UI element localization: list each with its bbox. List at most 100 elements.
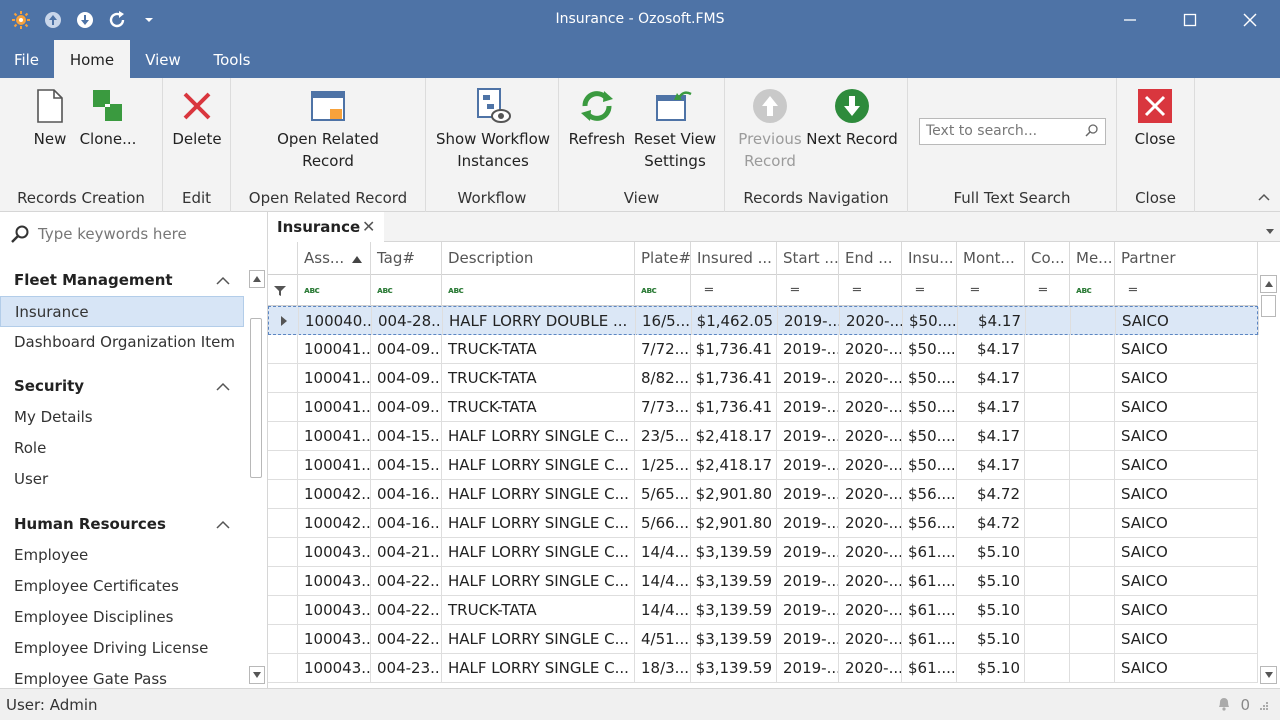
table-cell[interactable]: $4.17 — [957, 422, 1025, 450]
table-cell[interactable] — [1025, 596, 1070, 624]
table-cell[interactable]: SAICO — [1115, 596, 1258, 624]
close-tab-icon[interactable]: ✕ — [362, 212, 375, 242]
table-cell[interactable] — [1025, 567, 1070, 595]
table-cell[interactable]: 004-09... — [371, 335, 442, 363]
table-row[interactable]: 100043... 004-22... TRUCK-TATA 14/4... $3,1… — [268, 596, 1258, 625]
table-cell[interactable]: 2019-... — [777, 422, 839, 450]
table-row[interactable]: 100043... 004-21... HALF LORRY SINGLE C...… — [268, 538, 1258, 567]
table-cell[interactable]: TRUCK-TATA — [442, 596, 635, 624]
column-header[interactable]: Ass... — [298, 242, 371, 275]
table-row[interactable]: 100040... 004-28... HALF LORRY DOUBLE ... 1… — [268, 306, 1259, 335]
previous-record-button[interactable]: Previous Record — [731, 84, 809, 172]
table-cell[interactable]: SAICO — [1116, 307, 1259, 335]
table-cell[interactable]: $61.... — [902, 538, 957, 566]
chevron-up-icon[interactable] — [216, 518, 230, 533]
table-row[interactable]: 100041... 004-15... HALF LORRY SINGLE C...… — [268, 422, 1258, 451]
table-cell[interactable]: 004-16... — [371, 480, 442, 508]
row-indicator[interactable] — [268, 625, 298, 653]
filter-cell[interactable]: ᴀʙᴄ — [442, 275, 635, 306]
table-cell[interactable]: 100041... — [298, 335, 371, 363]
table-row[interactable]: 100042... 004-16... HALF LORRY SINGLE C...… — [268, 509, 1258, 538]
row-indicator[interactable] — [268, 509, 298, 537]
filter-cell[interactable]: ᴀʙᴄ — [371, 275, 442, 306]
collapse-ribbon-chevron-icon[interactable] — [1258, 190, 1270, 205]
table-cell[interactable]: $56.... — [902, 480, 957, 508]
table-cell[interactable]: TRUCK-TATA — [442, 335, 635, 363]
nav-item-employee[interactable]: Employee — [0, 540, 244, 571]
table-cell[interactable] — [1025, 625, 1070, 653]
table-cell[interactable]: 100043... — [298, 654, 371, 682]
table-cell[interactable]: $2,418.17 — [691, 451, 777, 479]
table-cell[interactable]: 7/73... — [635, 393, 691, 421]
full-text-search-input[interactable]: Text to search... — [919, 118, 1106, 145]
table-cell[interactable]: $50.... — [902, 393, 957, 421]
tab-list-dropdown-icon[interactable] — [1266, 223, 1274, 238]
table-cell[interactable]: 14/4... — [635, 538, 691, 566]
row-indicator[interactable] — [268, 538, 298, 566]
table-cell[interactable]: $1,736.41 — [691, 364, 777, 392]
nav-item-employee-disciplines[interactable]: Employee Disciplines — [0, 602, 244, 633]
filter-icon[interactable] — [268, 275, 298, 306]
table-cell[interactable]: 2020-... — [840, 307, 903, 335]
table-cell[interactable] — [1026, 307, 1071, 335]
table-cell[interactable]: $3,139.59 — [691, 567, 777, 595]
table-row[interactable]: 100043... 004-22... HALF LORRY SINGLE C...… — [268, 567, 1258, 596]
table-cell[interactable]: 100041... — [298, 393, 371, 421]
table-cell[interactable]: 23/5... — [635, 422, 691, 450]
table-cell[interactable] — [1070, 625, 1115, 653]
table-cell[interactable]: 004-22... — [371, 625, 442, 653]
table-cell[interactable]: SAICO — [1115, 364, 1258, 392]
table-cell[interactable]: SAICO — [1115, 451, 1258, 479]
table-cell[interactable]: $3,139.59 — [691, 596, 777, 624]
table-cell[interactable]: $1,736.41 — [691, 335, 777, 363]
table-cell[interactable]: $56.... — [902, 509, 957, 537]
table-cell[interactable]: 004-16... — [371, 509, 442, 537]
scroll-down-arrow-icon[interactable] — [249, 666, 265, 684]
nav-group-security[interactable]: Security — [14, 377, 84, 395]
table-cell[interactable] — [1025, 422, 1070, 450]
table-cell[interactable]: SAICO — [1115, 654, 1258, 682]
table-cell[interactable]: 2019-... — [777, 625, 839, 653]
row-indicator[interactable] — [268, 393, 298, 421]
filter-cell[interactable]: ═ — [957, 275, 1025, 306]
table-cell[interactable] — [1025, 509, 1070, 537]
nav-scrollbar-thumb[interactable] — [250, 318, 262, 478]
table-cell[interactable]: 2019-... — [777, 567, 839, 595]
table-cell[interactable]: 004-22... — [371, 596, 442, 624]
tab-view[interactable]: View — [132, 40, 194, 78]
table-cell[interactable] — [1025, 538, 1070, 566]
table-cell[interactable]: $4.17 — [958, 307, 1026, 335]
table-cell[interactable]: 7/72... — [635, 335, 691, 363]
filter-cell[interactable]: ═ — [839, 275, 902, 306]
nav-group-fleet-management[interactable]: Fleet Management — [14, 271, 173, 289]
table-cell[interactable]: $4.72 — [957, 480, 1025, 508]
table-cell[interactable]: $61.... — [902, 567, 957, 595]
table-cell[interactable]: SAICO — [1115, 393, 1258, 421]
table-row[interactable]: 100041... 004-09... TRUCK-TATA 7/73... $1,7… — [268, 393, 1258, 422]
table-cell[interactable] — [1025, 393, 1070, 421]
row-indicator[interactable] — [268, 654, 298, 682]
table-cell[interactable]: HALF LORRY SINGLE C... — [442, 509, 635, 537]
table-cell[interactable]: 16/5... — [636, 307, 692, 335]
table-cell[interactable] — [1070, 422, 1115, 450]
table-cell[interactable]: $5.10 — [957, 596, 1025, 624]
table-cell[interactable] — [1025, 654, 1070, 682]
column-header[interactable]: Co... — [1025, 242, 1070, 275]
table-cell[interactable] — [1070, 364, 1115, 392]
column-header[interactable]: Mont... — [957, 242, 1025, 275]
table-cell[interactable]: $4.72 — [957, 509, 1025, 537]
table-cell[interactable]: $50.... — [902, 335, 957, 363]
table-cell[interactable]: SAICO — [1115, 625, 1258, 653]
table-cell[interactable]: SAICO — [1115, 567, 1258, 595]
table-cell[interactable]: 2019-... — [777, 654, 839, 682]
scroll-up-arrow-icon[interactable] — [249, 270, 265, 288]
filter-cell[interactable]: ═ — [1025, 275, 1070, 306]
table-cell[interactable]: 2019-... — [777, 364, 839, 392]
table-cell[interactable]: 2019-... — [777, 596, 839, 624]
table-cell[interactable]: $61.... — [902, 625, 957, 653]
table-cell[interactable] — [1070, 509, 1115, 537]
table-cell[interactable]: $1,736.41 — [691, 393, 777, 421]
table-cell[interactable]: 100043... — [298, 625, 371, 653]
table-cell[interactable]: $2,901.80 — [691, 509, 777, 537]
table-cell[interactable] — [1070, 451, 1115, 479]
